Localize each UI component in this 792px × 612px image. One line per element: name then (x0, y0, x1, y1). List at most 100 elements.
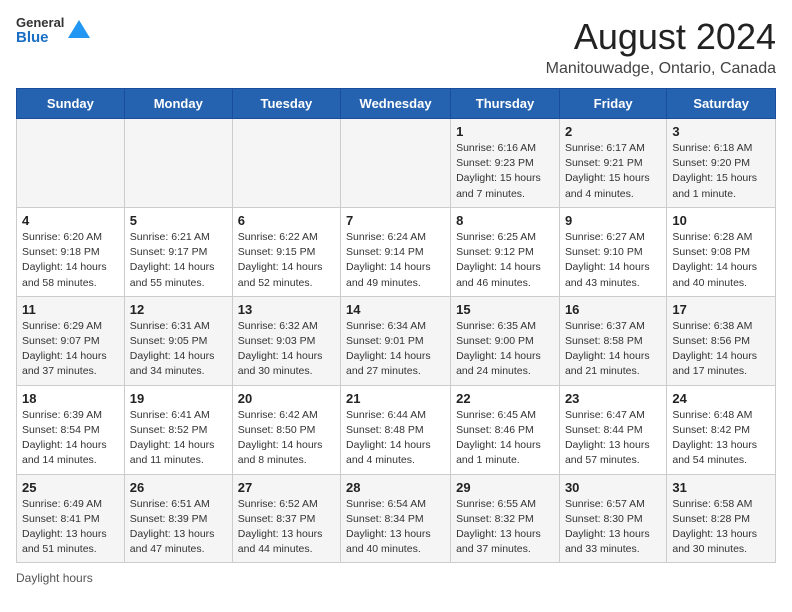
calendar-week-row: 1 Sunrise: 6:16 AM Sunset: 9:23 PM Daylig… (17, 119, 776, 208)
calendar-cell: 30Sunrise: 6:57 AM Sunset: 8:30 PM Dayli… (559, 474, 666, 563)
day-info: Sunrise: 6:37 AM Sunset: 8:58 PM Dayligh… (565, 319, 661, 380)
day-info: Sunrise: 6:18 AM Sunset: 9:20 PM Dayligh… (672, 141, 770, 202)
calendar-cell: 14Sunrise: 6:34 AM Sunset: 9:01 PM Dayli… (341, 296, 451, 385)
day-info: Sunrise: 6:39 AM Sunset: 8:54 PM Dayligh… (22, 408, 119, 469)
day-info: Sunrise: 6:45 AM Sunset: 8:46 PM Dayligh… (456, 408, 554, 469)
calendar-cell: 10Sunrise: 6:28 AM Sunset: 9:08 PM Dayli… (667, 207, 776, 296)
day-info: Sunrise: 6:57 AM Sunset: 8:30 PM Dayligh… (565, 497, 661, 558)
calendar-cell: 19 Sunrise: 6:41 AM Sunset: 8:52 PM Dayli… (124, 385, 232, 474)
calendar-cell (341, 119, 451, 208)
logo: General Blue (16, 16, 90, 47)
day-info: Sunrise: 6:41 AM Sunset: 8:52 PM Dayligh… (130, 408, 227, 469)
calendar-cell: 4 Sunrise: 6:20 AM Sunset: 9:18 PM Daylig… (17, 207, 125, 296)
day-number: 1 (456, 124, 554, 139)
day-number: 7 (346, 213, 445, 228)
day-info: Sunrise: 6:17 AM Sunset: 9:21 PM Dayligh… (565, 141, 661, 202)
day-number: 8 (456, 213, 554, 228)
day-number: 17 (672, 302, 770, 317)
day-info: Sunrise: 6:20 AM Sunset: 9:18 PM Dayligh… (22, 230, 119, 291)
day-header-friday: Friday (559, 89, 666, 119)
day-number: 11 (22, 302, 119, 317)
day-info: Sunrise: 6:16 AM Sunset: 9:23 PM Dayligh… (456, 141, 554, 202)
calendar-cell: 5Sunrise: 6:21 AM Sunset: 9:17 PM Daylig… (124, 207, 232, 296)
day-info: Sunrise: 6:31 AM Sunset: 9:05 PM Dayligh… (130, 319, 227, 380)
day-info: Sunrise: 6:38 AM Sunset: 8:56 PM Dayligh… (672, 319, 770, 380)
calendar-cell: 11Sunrise: 6:29 AM Sunset: 9:07 PM Dayli… (17, 296, 125, 385)
day-header-thursday: Thursday (451, 89, 560, 119)
day-info: Sunrise: 6:52 AM Sunset: 8:37 PM Dayligh… (238, 497, 335, 558)
month-title: August 2024 (546, 16, 776, 58)
footer: Daylight hours (16, 571, 776, 585)
day-info: Sunrise: 6:44 AM Sunset: 8:48 PM Dayligh… (346, 408, 445, 469)
day-info: Sunrise: 6:42 AM Sunset: 8:50 PM Dayligh… (238, 408, 335, 469)
calendar-cell (17, 119, 125, 208)
day-info: Sunrise: 6:47 AM Sunset: 8:44 PM Dayligh… (565, 408, 661, 469)
day-number: 6 (238, 213, 335, 228)
day-header-wednesday: Wednesday (341, 89, 451, 119)
day-number: 12 (130, 302, 227, 317)
day-info: Sunrise: 6:32 AM Sunset: 9:03 PM Dayligh… (238, 319, 335, 380)
calendar-cell (232, 119, 340, 208)
calendar-cell: 16 Sunrise: 6:37 AM Sunset: 8:58 PM Dayli… (559, 296, 666, 385)
day-number: 18 (22, 391, 119, 406)
day-info: Sunrise: 6:25 AM Sunset: 9:12 PM Dayligh… (456, 230, 554, 291)
calendar-cell: 28 Sunrise: 6:54 AM Sunset: 8:34 PM Dayli… (341, 474, 451, 563)
calendar-week-row: 11Sunrise: 6:29 AM Sunset: 9:07 PM Dayli… (17, 296, 776, 385)
day-number: 9 (565, 213, 661, 228)
calendar-cell: 13 Sunrise: 6:32 AM Sunset: 9:03 PM Dayli… (232, 296, 340, 385)
logo-triangle-icon (68, 20, 90, 42)
day-number: 19 (130, 391, 227, 406)
day-number: 27 (238, 480, 335, 495)
day-info: Sunrise: 6:22 AM Sunset: 9:15 PM Dayligh… (238, 230, 335, 291)
day-info: Sunrise: 6:54 AM Sunset: 8:34 PM Dayligh… (346, 497, 445, 558)
calendar-cell: 2 Sunrise: 6:17 AM Sunset: 9:21 PM Daylig… (559, 119, 666, 208)
day-header-monday: Monday (124, 89, 232, 119)
day-number: 13 (238, 302, 335, 317)
calendar-cell: 9 Sunrise: 6:27 AM Sunset: 9:10 PM Daylig… (559, 207, 666, 296)
location-subtitle: Manitouwadge, Ontario, Canada (546, 60, 776, 78)
day-number: 21 (346, 391, 445, 406)
day-number: 20 (238, 391, 335, 406)
day-number: 4 (22, 213, 119, 228)
day-header-tuesday: Tuesday (232, 89, 340, 119)
page-header: General Blue August 2024 Manitouwadge, O… (16, 16, 776, 78)
day-info: Sunrise: 6:27 AM Sunset: 9:10 PM Dayligh… (565, 230, 661, 291)
calendar-cell: 22 Sunrise: 6:45 AM Sunset: 8:46 PM Dayli… (451, 385, 560, 474)
calendar-cell: 15Sunrise: 6:35 AM Sunset: 9:00 PM Dayli… (451, 296, 560, 385)
day-number: 26 (130, 480, 227, 495)
day-number: 25 (22, 480, 119, 495)
calendar-week-row: 25Sunrise: 6:49 AM Sunset: 8:41 PM Dayli… (17, 474, 776, 563)
calendar-cell: 29Sunrise: 6:55 AM Sunset: 8:32 PM Dayli… (451, 474, 560, 563)
day-number: 2 (565, 124, 661, 139)
day-header-saturday: Saturday (667, 89, 776, 119)
calendar-header-row: SundayMondayTuesdayWednesdayThursdayFrid… (17, 89, 776, 119)
day-info: Sunrise: 6:24 AM Sunset: 9:14 PM Dayligh… (346, 230, 445, 291)
calendar-cell: 26Sunrise: 6:51 AM Sunset: 8:39 PM Dayli… (124, 474, 232, 563)
day-number: 14 (346, 302, 445, 317)
day-number: 28 (346, 480, 445, 495)
calendar-cell: 3Sunrise: 6:18 AM Sunset: 9:20 PM Daylig… (667, 119, 776, 208)
calendar-cell: 18 Sunrise: 6:39 AM Sunset: 8:54 PM Dayli… (17, 385, 125, 474)
day-info: Sunrise: 6:48 AM Sunset: 8:42 PM Dayligh… (672, 408, 770, 469)
logo-blue: Blue (16, 30, 64, 47)
day-header-sunday: Sunday (17, 89, 125, 119)
day-info: Sunrise: 6:28 AM Sunset: 9:08 PM Dayligh… (672, 230, 770, 291)
day-number: 16 (565, 302, 661, 317)
calendar-cell: 27 Sunrise: 6:52 AM Sunset: 8:37 PM Dayli… (232, 474, 340, 563)
day-number: 23 (565, 391, 661, 406)
day-number: 31 (672, 480, 770, 495)
calendar-cell: 6 Sunrise: 6:22 AM Sunset: 9:15 PM Daylig… (232, 207, 340, 296)
calendar-cell: 23 Sunrise: 6:47 AM Sunset: 8:44 PM Dayli… (559, 385, 666, 474)
day-number: 22 (456, 391, 554, 406)
calendar-cell: 20 Sunrise: 6:42 AM Sunset: 8:50 PM Dayli… (232, 385, 340, 474)
calendar-week-row: 18 Sunrise: 6:39 AM Sunset: 8:54 PM Dayli… (17, 385, 776, 474)
logo-general: General (16, 16, 64, 30)
calendar-cell: 21 Sunrise: 6:44 AM Sunset: 8:48 PM Dayli… (341, 385, 451, 474)
calendar-cell (124, 119, 232, 208)
day-info: Sunrise: 6:21 AM Sunset: 9:17 PM Dayligh… (130, 230, 227, 291)
calendar-week-row: 4 Sunrise: 6:20 AM Sunset: 9:18 PM Daylig… (17, 207, 776, 296)
day-info: Sunrise: 6:55 AM Sunset: 8:32 PM Dayligh… (456, 497, 554, 558)
day-number: 15 (456, 302, 554, 317)
title-area: August 2024 Manitouwadge, Ontario, Canad… (546, 16, 776, 78)
calendar-cell: 8 Sunrise: 6:25 AM Sunset: 9:12 PM Daylig… (451, 207, 560, 296)
